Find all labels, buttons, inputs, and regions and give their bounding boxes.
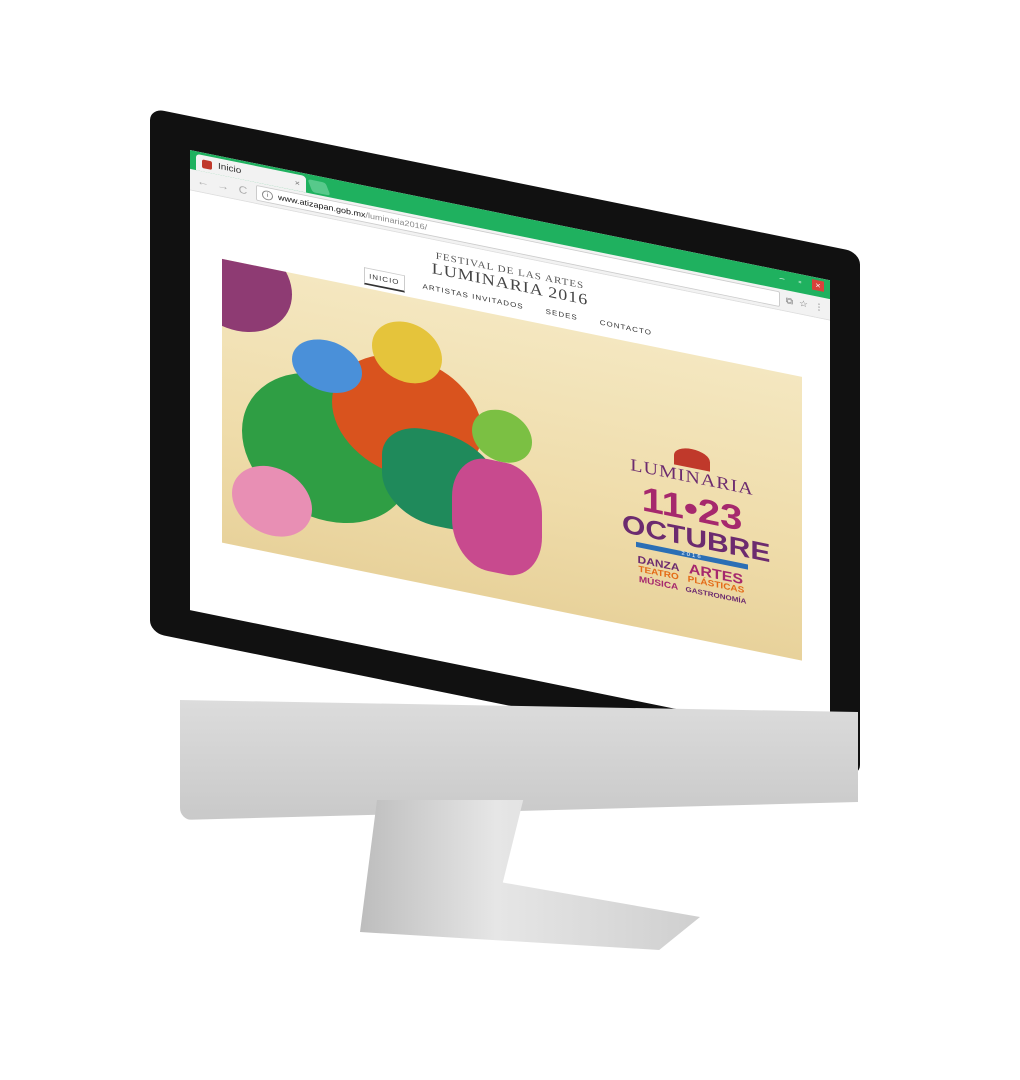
events-right: ARTES PLÁSTICAS GASTRONOMÍA — [686, 562, 747, 607]
festival-promo: LUMINARIA 11•23 OCTUBRE 2016 DANZA TEATR… — [622, 435, 770, 611]
minimize-icon[interactable]: – — [776, 272, 788, 285]
toolbar-icons: ⧉ ☆ ⋮ — [786, 296, 824, 313]
illustration-shape — [222, 258, 292, 342]
tab-close-icon[interactable]: × — [295, 178, 300, 188]
translate-icon[interactable]: ⧉ — [786, 296, 793, 307]
monitor-stand — [360, 800, 700, 950]
reload-button[interactable]: C — [236, 183, 250, 198]
window-close-icon[interactable]: × — [812, 279, 824, 292]
events-left: DANZA TEATRO MÚSICA — [638, 553, 680, 594]
forward-button[interactable]: → — [216, 179, 230, 194]
back-button[interactable]: ← — [196, 174, 210, 189]
new-tab-button[interactable] — [307, 179, 331, 196]
bookmark-star-icon[interactable]: ☆ — [799, 298, 808, 309]
site-favicon-icon — [202, 158, 212, 170]
illustration-shape — [452, 451, 542, 582]
info-icon[interactable]: i — [262, 189, 273, 201]
apple-logo-icon — [560, 730, 588, 766]
imac-monitor: Inicio × – ▫ × ← → C i www.atizapan.gob.… — [0, 0, 1020, 1080]
maximize-icon[interactable]: ▫ — [794, 275, 806, 288]
menu-icon[interactable]: ⋮ — [814, 301, 824, 312]
